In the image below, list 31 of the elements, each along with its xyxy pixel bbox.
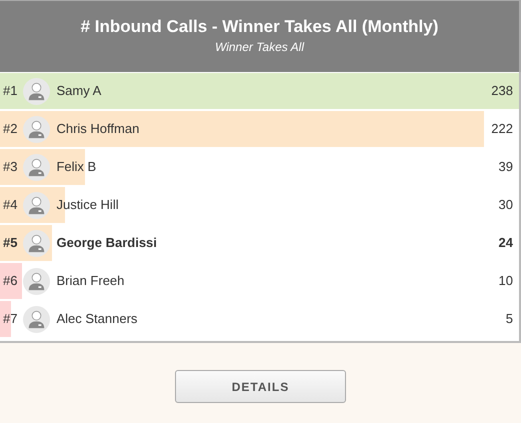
details-button[interactable]: DETAILS [175, 370, 346, 403]
board-title: # Inbound Calls - Winner Takes All (Monthly) [80, 17, 438, 38]
avatar-icon [23, 192, 50, 218]
board-subtitle: Winner Takes All [214, 38, 304, 56]
rank-label: #7 [3, 310, 18, 328]
call-count: 5 [506, 310, 513, 328]
rank-label: #5 [3, 234, 18, 252]
agent-name: Justice Hill [56, 196, 120, 214]
rank-label: #4 [3, 196, 18, 214]
avatar-icon [23, 268, 50, 294]
agent-name: Alec Stanners [56, 310, 138, 328]
rank-label: #3 [3, 158, 18, 176]
agent-name: Felix B [56, 158, 98, 176]
avatar-icon [23, 116, 50, 142]
call-count: 39 [498, 158, 513, 176]
call-count: 30 [498, 196, 513, 214]
agent-name: Brian Freeh [56, 272, 126, 290]
call-count: 10 [498, 272, 513, 290]
avatar-icon [23, 306, 50, 332]
rank-label: #1 [3, 82, 18, 100]
call-count: 24 [498, 234, 513, 252]
call-count: 238 [491, 82, 513, 100]
avatar-icon [23, 230, 50, 256]
avatar-icon [23, 78, 50, 104]
avatar-icon [23, 154, 50, 180]
agent-name: Samy A [56, 82, 102, 100]
call-count: 222 [491, 120, 513, 138]
rank-label: #6 [3, 272, 18, 290]
agent-name: Chris Hoffman [56, 120, 140, 138]
agent-name: George Bardissi [56, 234, 158, 252]
rank-label: #2 [3, 120, 18, 138]
